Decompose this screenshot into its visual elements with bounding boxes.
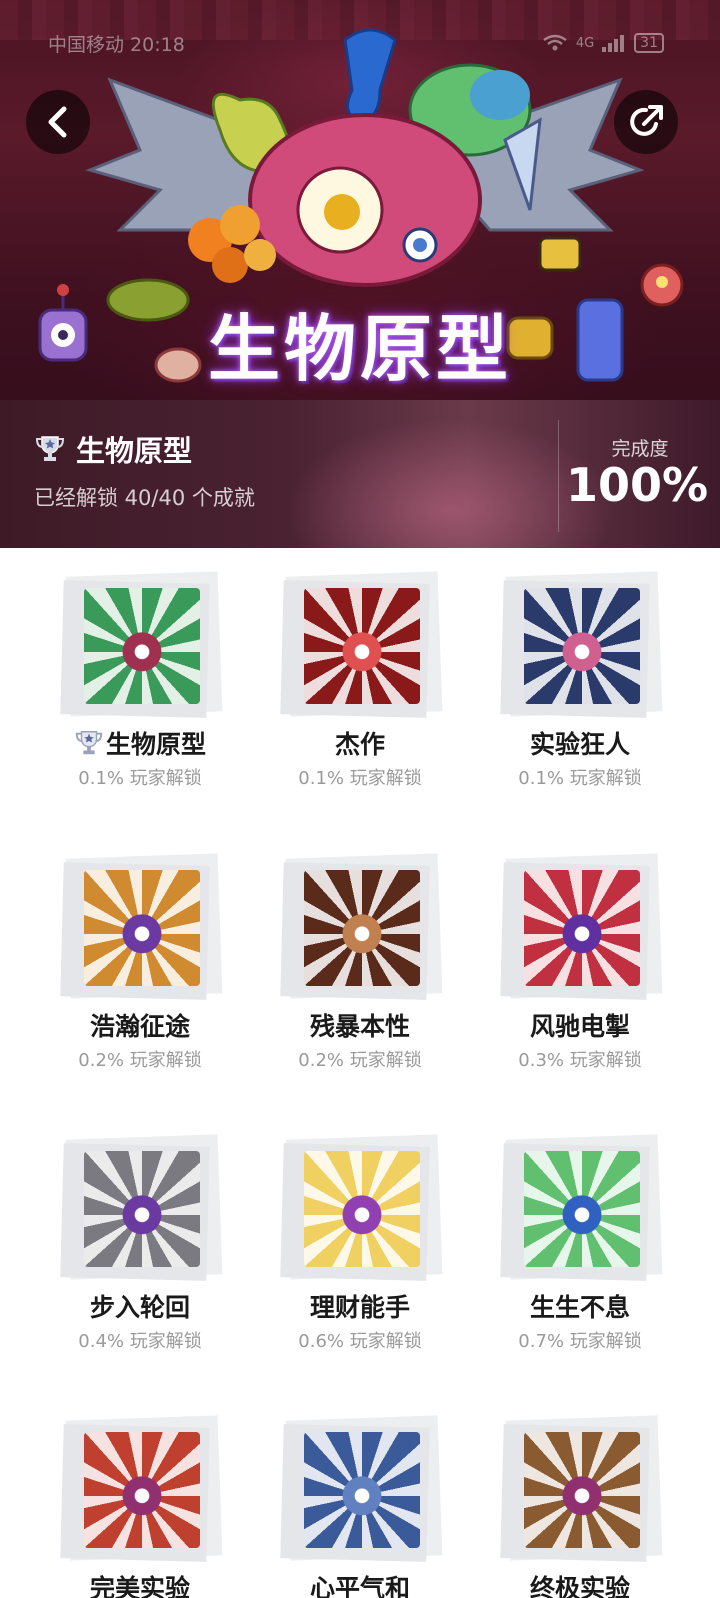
achievement-icon-frame: [60, 1412, 223, 1562]
achievement-card[interactable]: 实验狂人 0.1% 玩家解锁: [470, 568, 690, 790]
lv5-vines-icon: [84, 1432, 200, 1548]
achievement-unlock-rate: 0.4% 玩家解锁: [78, 1331, 202, 1352]
achievement-unlock-rate: 0.1% 玩家解锁: [78, 768, 202, 789]
status-icons: 4G 31: [542, 33, 664, 53]
achievement-name-row: 生物原型: [30, 726, 250, 760]
hero-title: 生物原型: [207, 307, 512, 391]
share-icon: [630, 105, 663, 136]
achievement-name-row: 心平气和: [250, 1570, 470, 1598]
achievement-name-row: 风驰电掣: [470, 1008, 690, 1042]
achievement-name: 残暴本性: [309, 1012, 410, 1041]
achievement-unlock-rate: 0.2% 玩家解锁: [298, 1050, 422, 1071]
achievement-name: 风驰电掣: [529, 1012, 630, 1041]
achievement-name-row: 残暴本性: [250, 1008, 470, 1042]
hero-banner: 中国移动 20:18 4G 31 生物原型 生物原型 已经解锁 40/40 个成…: [0, 0, 720, 548]
back-button[interactable]: [26, 90, 90, 154]
chevron-left-icon: [48, 106, 67, 138]
achievement-name: 步入轮回: [89, 1293, 190, 1322]
achievement-name: 生物原型: [105, 730, 206, 759]
infinity-35-icon: [84, 870, 200, 986]
achievement-unlock-rate: 0.1% 玩家解锁: [298, 768, 422, 789]
red-burst-icon: [524, 870, 640, 986]
brown-burst-icon: [304, 870, 420, 986]
trophy-icon: [35, 436, 65, 461]
completion-value: 100%: [566, 458, 709, 512]
achievement-name: 实验狂人: [529, 730, 630, 759]
achievement-card[interactable]: 风驰电掣 0.3% 玩家解锁: [470, 850, 690, 1072]
achievement-icon-frame: [500, 1412, 663, 1562]
achievement-icon-frame: [280, 568, 443, 718]
achievement-unlock-rate: 0.6% 玩家解锁: [298, 1331, 422, 1352]
achievement-card[interactable]: 生生不息 0.7% 玩家解锁: [470, 1131, 690, 1353]
achievement-name: 杰作: [334, 730, 385, 759]
unlocked-count: 已经解锁 40/40 个成就: [34, 486, 255, 510]
achievement-name: 心平气和: [309, 1574, 410, 1598]
achievement-name: 完美实验: [89, 1574, 190, 1598]
achievement-name-row: 完美实验: [30, 1570, 250, 1598]
achievement-card[interactable]: 浩瀚征途 0.2% 玩家解锁: [30, 850, 250, 1072]
achievement-icon-frame: [500, 850, 663, 1000]
wifi-icon: [543, 34, 567, 51]
infinity-25-icon: [84, 1151, 200, 1267]
game-name: 生物原型: [76, 434, 193, 468]
game-info-band: 生物原型 已经解锁 40/40 个成就 完成度 100%: [0, 400, 720, 548]
achievement-name-row: 理财能手: [250, 1289, 470, 1323]
trophy-icon: [75, 731, 103, 755]
achievement-name-row: 杰作: [250, 726, 470, 760]
achievement-card[interactable]: 完美实验: [30, 1412, 250, 1598]
achievement-icon-frame: [280, 850, 443, 1000]
achievement-icon-frame: [60, 568, 223, 718]
completion-label: 完成度: [611, 438, 669, 460]
achievement-name: 终极实验: [529, 1574, 630, 1598]
lv4-vines-icon: [524, 1432, 640, 1548]
battery-indicator: 31: [634, 33, 664, 53]
gray-burst-icon: [304, 1432, 420, 1548]
achievement-card[interactable]: 心平气和: [250, 1412, 470, 1598]
achievement-name: 理财能手: [309, 1293, 410, 1322]
game-name-row: 生物原型: [34, 428, 192, 470]
achievement-name-row: 生生不息: [470, 1289, 690, 1323]
achievement-name-row: 步入轮回: [30, 1289, 250, 1323]
status-bar: 中国移动 20:18 4G 31: [48, 28, 664, 58]
info-divider: [558, 420, 559, 532]
achievement-unlock-rate: 0.3% 玩家解锁: [518, 1050, 642, 1071]
many-creatures-icon: [524, 588, 640, 704]
achievement-unlock-rate: 0.7% 玩家解锁: [518, 1331, 642, 1352]
achievement-name: 生生不息: [529, 1293, 630, 1322]
carrier-time: 中国移动 20:18: [48, 33, 185, 56]
achievement-icon-frame: [60, 1131, 223, 1281]
achievement-unlock-rate: 0.1% 玩家解锁: [518, 768, 642, 789]
achievement-card[interactable]: 理财能手 0.6% 玩家解锁: [250, 1131, 470, 1353]
achievement-card[interactable]: 生物原型 0.1% 玩家解锁: [30, 568, 250, 790]
achievement-icon-frame: [500, 1131, 663, 1281]
achievement-icon-frame: [280, 1412, 443, 1562]
blue-burst-icon: [524, 1151, 640, 1267]
eyeball-creature-icon: [84, 588, 200, 704]
achievement-grid: 生物原型 0.1% 玩家解锁 杰作 0.1% 玩家解锁 实验狂人 0.1% 玩家解锁浩瀚征…: [0, 548, 720, 1598]
achievement-name-row: 实验狂人: [470, 726, 690, 760]
achievement-card[interactable]: 残暴本性 0.2% 玩家解锁: [250, 850, 470, 1072]
yellow-burst-icon: [304, 1151, 420, 1267]
achievement-card[interactable]: 步入轮回 0.4% 玩家解锁: [30, 1131, 250, 1353]
achievement-card[interactable]: 终极实验: [470, 1412, 690, 1598]
signal-icon: [602, 35, 625, 52]
achievement-name-row: 终极实验: [470, 1570, 690, 1598]
achievement-card[interactable]: 杰作 0.1% 玩家解锁: [250, 568, 470, 790]
achievement-unlock-rate: 0.2% 玩家解锁: [78, 1050, 202, 1071]
achievement-icon-frame: [500, 568, 663, 718]
lv5-creatures-icon: [304, 588, 420, 704]
share-button[interactable]: [614, 90, 678, 154]
achievement-icon-frame: [60, 850, 223, 1000]
network-type: 4G: [575, 35, 595, 51]
achievement-name: 浩瀚征途: [89, 1012, 190, 1041]
achievement-name-row: 浩瀚征途: [30, 1008, 250, 1042]
achievement-icon-frame: [280, 1131, 443, 1281]
